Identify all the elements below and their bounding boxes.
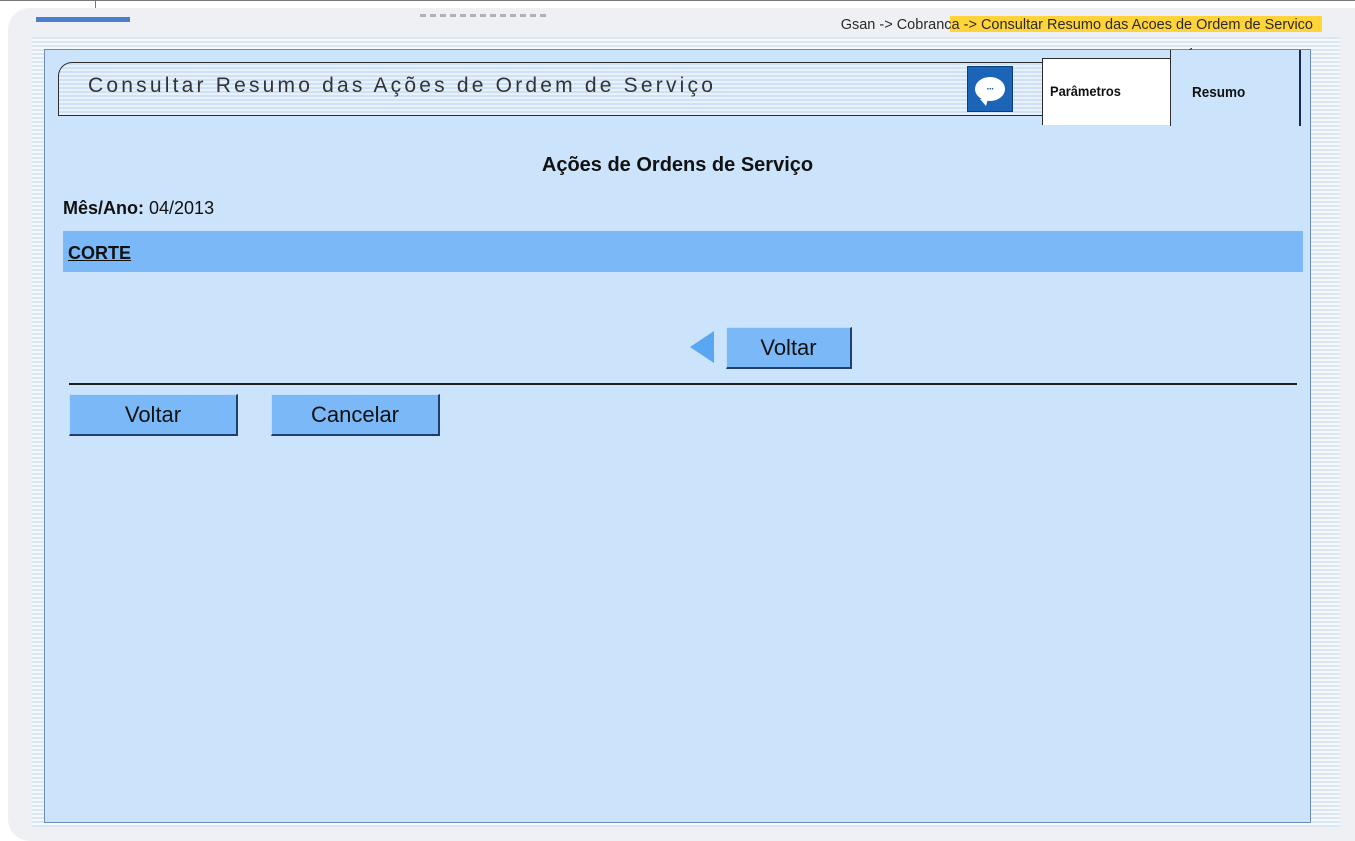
header-faded-text xyxy=(420,14,550,17)
group-link-corte[interactable]: CORTE xyxy=(68,243,131,264)
voltar-nav-button[interactable]: Voltar xyxy=(726,327,852,369)
page-title: Consultar Resumo das Ações de Ordem de S… xyxy=(88,74,717,97)
period-row: Mês/Ano: 04/2013 xyxy=(63,198,214,219)
group-header-bar xyxy=(63,231,1303,272)
top-border-tick xyxy=(95,0,96,8)
chat-bubble-icon: ··· xyxy=(975,77,1005,106)
top-border-line xyxy=(0,0,1355,1)
section-title: Ações de Ordens de Serviço xyxy=(541,154,814,176)
cancelar-button[interactable]: Cancelar xyxy=(271,394,440,436)
tab-resumo-label[interactable]: Resumo xyxy=(1192,84,1245,101)
header-accent-bar xyxy=(36,17,130,22)
period-label: Mês/Ano: xyxy=(63,198,144,218)
back-arrow-icon[interactable] xyxy=(690,331,714,363)
help-button[interactable]: ··· xyxy=(967,66,1013,112)
tab-parametros-label[interactable]: Parâmetros xyxy=(1050,83,1121,99)
voltar-button[interactable]: Voltar xyxy=(69,394,238,436)
divider xyxy=(69,383,1297,385)
breadcrumb: Gsan -> Cobranca -> Consultar Resumo das… xyxy=(840,17,1313,33)
period-value: 04/2013 xyxy=(149,198,215,218)
